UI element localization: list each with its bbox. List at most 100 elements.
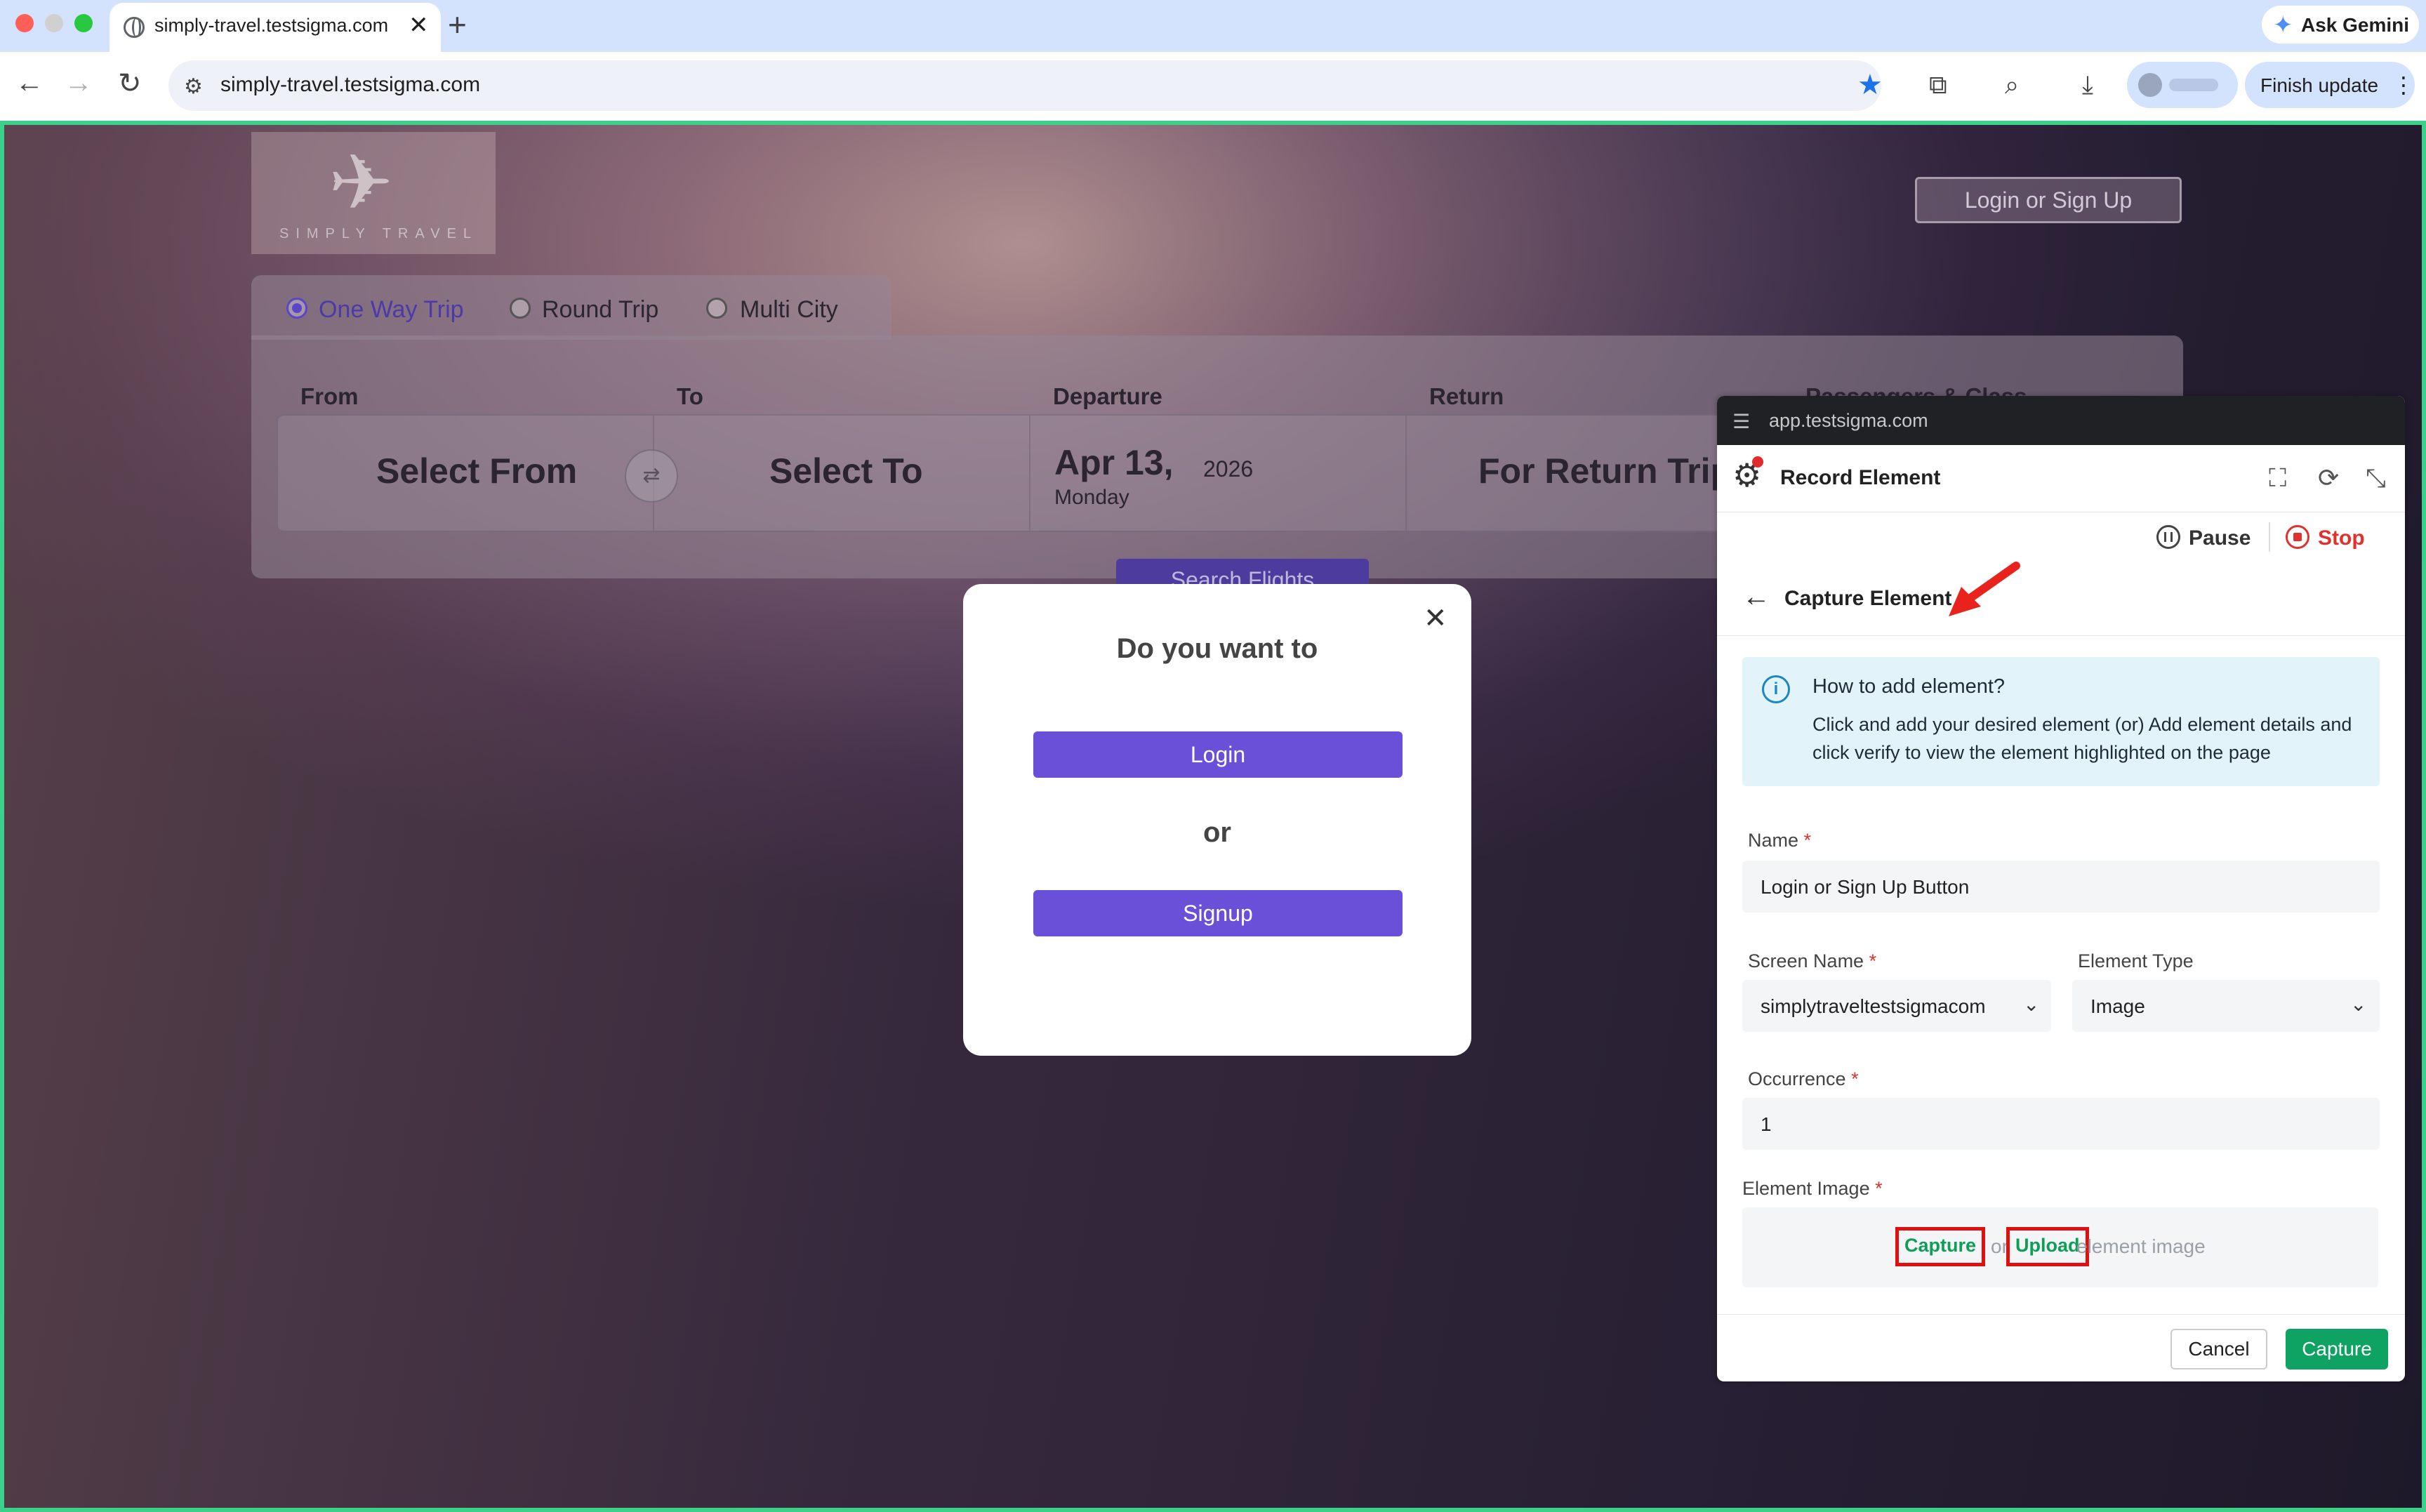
name-label: Name * xyxy=(1748,830,1811,851)
info-body: Click and add your desired element (or) … xyxy=(1812,714,2352,763)
capture-link[interactable]: Capture xyxy=(1899,1231,1982,1261)
round-trip-radio[interactable] xyxy=(510,298,531,319)
required-mark: * xyxy=(1869,950,1877,971)
element-image-dropzone[interactable]: Capture or Upload element image xyxy=(1742,1207,2378,1287)
finish-update-button[interactable]: Finish update ⋮ xyxy=(2245,62,2415,108)
modal-question: Do you want to xyxy=(1116,633,1318,664)
site-info-icon: ☰ xyxy=(1732,411,1751,432)
signup-button[interactable]: Signup xyxy=(1033,890,1403,936)
profile-name-blurred xyxy=(2169,79,2218,91)
multi-city-radio[interactable] xyxy=(706,298,727,319)
capture-link-highlight[interactable]: Capture xyxy=(1895,1227,1986,1266)
browser-tab[interactable]: simply-travel.testsigma.com ✕ xyxy=(110,3,441,52)
airplane-icon: ✈ xyxy=(329,140,394,226)
required-mark: * xyxy=(1803,830,1812,851)
minimize-panel-icon[interactable]: ⤡ xyxy=(2366,463,2386,493)
from-select[interactable]: Select From xyxy=(376,451,577,491)
tab-close-icon[interactable]: ✕ xyxy=(409,11,429,39)
departure-header: Departure xyxy=(1053,383,1162,409)
return-date-select[interactable]: For Return Trip xyxy=(1478,451,1732,491)
forward-icon[interactable]: → xyxy=(65,67,93,99)
occurrence-field[interactable]: 1 xyxy=(1742,1098,2380,1150)
one-way-radio[interactable] xyxy=(286,298,307,319)
close-icon[interactable]: ✕ xyxy=(1424,602,1447,635)
panel-header: ⚙ Record Element ⛶ ⟳ ⤡ xyxy=(1717,445,2405,512)
element-type-label: Element Type xyxy=(2078,950,2194,971)
or-label: or xyxy=(1203,817,1231,848)
finish-update-label: Finish update xyxy=(2260,74,2379,96)
one-way-label[interactable]: One Way Trip xyxy=(319,296,464,324)
field-divider xyxy=(1029,416,1030,531)
login-button[interactable]: Login xyxy=(1033,731,1403,778)
red-annotation-arrow xyxy=(1949,562,2020,616)
stop-icon[interactable] xyxy=(2286,525,2309,549)
ask-gemini-button[interactable]: ✦ Ask Gemini xyxy=(2262,6,2419,44)
tab-title: simply-travel.testsigma.com xyxy=(154,15,389,36)
pause-button[interactable]: Pause xyxy=(2189,526,2251,550)
login-or-signup-button[interactable]: Login or Sign Up xyxy=(1915,177,2182,223)
screen-name-label-text: Screen Name xyxy=(1748,950,1864,971)
upload-link[interactable]: Upload xyxy=(2010,1231,2086,1261)
screen-name-select[interactable]: simplytraveltestsigmacom ⌄ xyxy=(1742,980,2051,1032)
new-tab-button[interactable]: + xyxy=(448,6,467,44)
how-to-add-info-box: i How to add element? Click and add your… xyxy=(1742,657,2380,786)
globe-icon xyxy=(124,17,145,38)
departure-date[interactable]: Apr 13, xyxy=(1054,442,1174,483)
maximize-window-button[interactable] xyxy=(74,14,93,32)
field-divider xyxy=(1405,416,1407,531)
stop-button[interactable]: Stop xyxy=(2318,526,2365,550)
to-select[interactable]: Select To xyxy=(769,451,923,491)
address-bar[interactable]: ⚙ simply-travel.testsigma.com ★ xyxy=(168,60,1883,111)
to-header: To xyxy=(677,383,703,409)
back-icon[interactable]: ← xyxy=(15,67,44,99)
pause-icon[interactable] xyxy=(2156,525,2180,549)
departure-day: Monday xyxy=(1054,486,1129,509)
capture-element-header: ← Capture Element xyxy=(1717,562,2405,636)
close-window-button[interactable] xyxy=(15,14,34,32)
cancel-button[interactable]: Cancel xyxy=(2170,1329,2267,1370)
occurrence-label-text: Occurrence xyxy=(1748,1068,1846,1089)
logo-text: SIMPLY TRAVEL xyxy=(279,226,479,241)
capture-button[interactable]: Capture xyxy=(2286,1329,2388,1370)
ask-gemini-label: Ask Gemini xyxy=(2301,14,2410,36)
info-heading: How to add element? xyxy=(1812,675,2006,698)
download-icon[interactable]: ⤓ xyxy=(2082,70,2093,100)
round-trip-label[interactable]: Round Trip xyxy=(542,296,658,324)
element-image-label-text: Element Image xyxy=(1742,1178,1870,1199)
panel-title: Record Element xyxy=(1780,466,1941,489)
chevron-down-icon: ⌄ xyxy=(2023,993,2040,1015)
profile-button[interactable] xyxy=(2127,62,2238,108)
gemini-sparkle-icon: ✦ xyxy=(2273,12,2293,39)
trip-type-tabs: One Way Trip Round Trip Multi City xyxy=(251,275,891,340)
site-settings-icon[interactable]: ⚙ xyxy=(184,74,203,99)
extensions-icon[interactable]: ⧉ xyxy=(1929,70,1947,100)
required-mark: * xyxy=(1851,1068,1859,1089)
reload-icon[interactable]: ↻ xyxy=(118,67,142,100)
occurrence-label: Occurrence * xyxy=(1748,1068,1859,1090)
capture-screen-icon[interactable]: ⛶ xyxy=(2269,463,2286,493)
element-image-hint: element image xyxy=(2076,1235,2206,1257)
element-type-select[interactable]: Image ⌄ xyxy=(2072,980,2380,1032)
testsigma-recorder-panel: ☰ app.testsigma.com ⚙ Record Element ⛶ ⟳… xyxy=(1717,396,2405,1381)
chevron-down-icon: ⌄ xyxy=(2350,993,2367,1015)
bookmark-star-icon[interactable]: ★ xyxy=(1857,69,1883,101)
element-type-value: Image xyxy=(2090,995,2145,1017)
name-label-text: Name xyxy=(1748,830,1799,851)
panel-origin: app.testsigma.com xyxy=(1769,410,1928,431)
search-flights-button[interactable]: Search Flights xyxy=(1116,559,1369,587)
element-image-label: Element Image * xyxy=(1742,1178,1883,1200)
panel-url-bar: ☰ app.testsigma.com xyxy=(1717,396,2405,445)
name-field[interactable]: Login or Sign Up Button xyxy=(1742,861,2380,913)
capture-element-title: Capture Element xyxy=(1784,587,1952,610)
refresh-icon[interactable]: ⟳ xyxy=(2318,463,2339,493)
avatar xyxy=(2138,73,2162,97)
swap-locations-icon[interactable]: ⇄ xyxy=(625,449,678,503)
panel-footer: Cancel Capture xyxy=(1717,1314,2405,1381)
minimize-window-button[interactable] xyxy=(45,14,63,32)
multi-city-label[interactable]: Multi City xyxy=(740,296,838,324)
tab-search-icon[interactable]: ⌕ xyxy=(2005,70,2019,100)
simply-travel-logo[interactable]: ✈ SIMPLY TRAVEL xyxy=(251,132,496,254)
more-menu-icon[interactable]: ⋮ xyxy=(2392,72,2415,98)
back-arrow-icon[interactable]: ← xyxy=(1742,581,1770,613)
return-header: Return xyxy=(1429,383,1504,409)
